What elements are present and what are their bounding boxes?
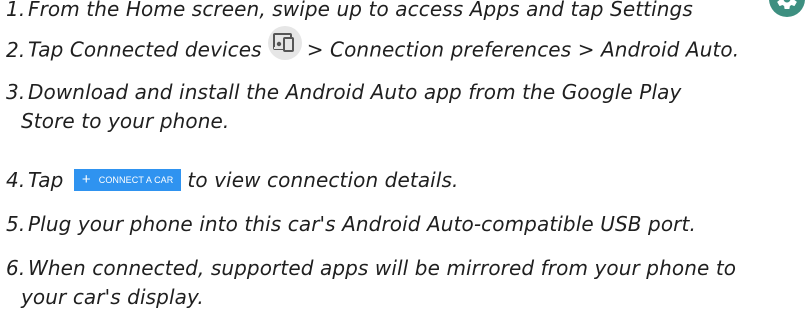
step-text-line-1: When connected, supported apps will be m… xyxy=(28,256,737,280)
step-text-after: > Connection preferences > Android Auto. xyxy=(306,37,740,62)
plus-icon: + xyxy=(81,171,91,188)
step-number: 6. xyxy=(6,256,26,280)
step-number: 5. xyxy=(6,212,26,236)
step-6: 6. When connected, supported apps will be… xyxy=(6,254,806,312)
connected-devices-icon xyxy=(267,26,302,60)
step-number: 1. xyxy=(6,0,26,21)
connect-a-car-button[interactable]: + CONNECT A CAR xyxy=(73,169,182,191)
step-text: From the Home screen, swipe up to access… xyxy=(28,0,693,21)
step-2: 2. Tap Connected devices > Connection pre… xyxy=(6,26,806,68)
step-text-line-2: Store to your phone. xyxy=(21,109,230,133)
step-number: 2. xyxy=(6,37,26,62)
step-text-line-2: your car's display. xyxy=(21,285,204,309)
settings-gear-icon xyxy=(769,0,805,17)
step-number: 3. xyxy=(6,80,26,104)
connect-a-car-label: CONNECT A CAR xyxy=(98,175,174,185)
step-text-line-1: Download and install the Android Auto ap… xyxy=(28,80,682,104)
step-text: Plug your phone into this car's Android … xyxy=(28,212,696,236)
step-text-before: Tap xyxy=(28,168,64,192)
step-3: 3. Download and install the Android Auto … xyxy=(6,78,806,136)
step-5: 5. Plug your phone into this car's Androi… xyxy=(6,210,806,239)
step-text-before: Tap Connected devices xyxy=(28,37,262,62)
step-number: 4. xyxy=(6,168,26,192)
step-1: 1. From the Home screen, swipe up to acce… xyxy=(6,0,806,24)
step-4: 4. Tap + CONNECT A CAR to view connection d… xyxy=(6,166,806,195)
step-text-after: to view connection details. xyxy=(187,168,459,192)
page: { "steps": [ { "number": "1.", "text": "… xyxy=(0,0,808,324)
